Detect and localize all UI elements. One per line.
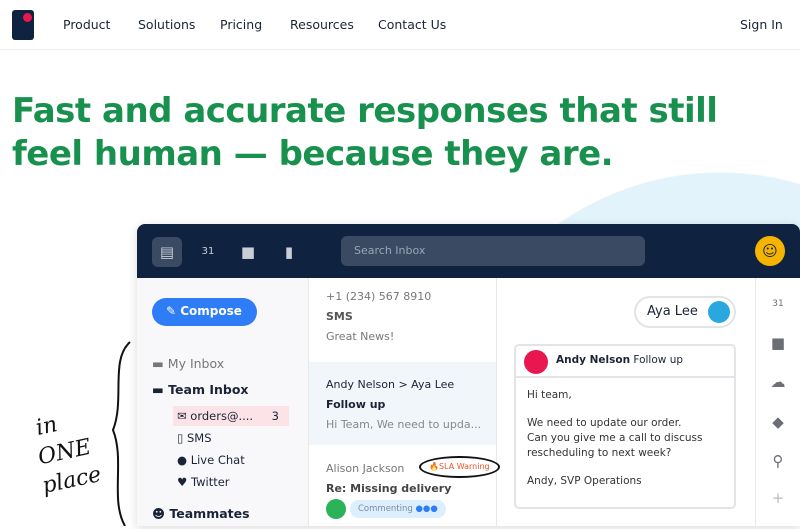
conversation-item[interactable]: +1 (234) 567 8910 SMS Great News! xyxy=(309,278,496,362)
calendar-icon[interactable]: 31 xyxy=(768,294,788,314)
analytics-icon[interactable]: ▮ xyxy=(274,237,304,267)
top-nav: Product Solutions Pricing Resources Cont… xyxy=(0,0,800,50)
conversation-from: +1 (234) 567 8910 xyxy=(326,290,432,303)
channel-twitter[interactable]: ♥ Twitter xyxy=(177,475,230,489)
conversation-subject: Re: Missing delivery xyxy=(326,482,452,495)
nav-product[interactable]: Product xyxy=(63,17,110,32)
conversation-subject: SMS xyxy=(326,310,353,323)
channel-label: Twitter xyxy=(190,475,230,489)
compose-icon: ✎ xyxy=(166,304,181,318)
user-avatar[interactable]: ☺ xyxy=(755,236,785,266)
compose-button[interactable]: ✎ Compose xyxy=(152,298,257,326)
calendar-icon[interactable]: 31 xyxy=(193,237,223,267)
body-line: Andy, SVP Operations xyxy=(527,475,642,487)
channel-orders[interactable]: ✉ orders@.... 3 xyxy=(173,406,289,426)
conversation-item[interactable]: Alison Jackson 🔥SLA Warning Re: Missing … xyxy=(309,449,500,529)
assignee-avatar xyxy=(708,301,730,323)
contact-icon[interactable]: ■ xyxy=(768,333,788,353)
sidebar: ✎ Compose ▬ My Inbox ▬ Team Inbox ✉ orde… xyxy=(137,278,308,526)
integrations-rail: 31 ■ ☁ ◆ ⚲ + xyxy=(755,278,800,526)
contacts-icon[interactable]: ■ xyxy=(233,237,263,267)
teammates-label: Teammates xyxy=(169,506,250,521)
app-header: ▤ 31 ■ ▮ Search Inbox ☺ xyxy=(137,224,800,278)
sender-name: Andy Nelson xyxy=(556,354,631,366)
nav-pricing[interactable]: Pricing xyxy=(220,17,262,32)
message-detail: Aya Lee Andy Nelson Follow up Hi team, W… xyxy=(497,278,755,526)
channel-label: orders@.... xyxy=(190,409,254,423)
search-input[interactable]: Search Inbox xyxy=(341,236,645,266)
compose-label: Compose xyxy=(180,304,242,318)
channel-label: Live Chat xyxy=(190,453,245,467)
app-window: ▤ 31 ■ ▮ Search Inbox ☺ ✎ Compose ▬ My I… xyxy=(137,224,800,526)
conversation-list: +1 (234) 567 8910 SMS Great News! Andy N… xyxy=(308,278,500,529)
teammate-avatar xyxy=(326,499,346,519)
team-inbox-label: Team Inbox xyxy=(168,382,249,397)
headline-line-2: feel human — because they are. xyxy=(12,134,614,174)
body-line: rescheduling to next week? xyxy=(527,447,672,459)
mail-icon: ✉ xyxy=(177,409,191,423)
sidebar-my-inbox[interactable]: ▬ My Inbox xyxy=(152,356,224,371)
nav-contact[interactable]: Contact Us xyxy=(378,17,446,32)
channel-sms[interactable]: ▯ SMS xyxy=(177,431,212,445)
chat-icon: ● xyxy=(177,453,191,467)
hubspot-icon[interactable]: ⚲ xyxy=(768,451,788,471)
conversation-subject: Follow up xyxy=(326,398,386,411)
body-line: We need to update our order. xyxy=(527,417,682,429)
conversation-from: Andy Nelson > Aya Lee xyxy=(326,378,455,391)
body-line: Can you give me a call to discuss xyxy=(527,432,703,444)
message-body: Hi team, We need to update our order. Ca… xyxy=(516,378,734,499)
body-line: Hi team, xyxy=(527,389,572,401)
people-icon: ☻ xyxy=(152,506,170,521)
sla-warning-badge: 🔥SLA Warning xyxy=(419,456,500,478)
my-inbox-label: My Inbox xyxy=(167,356,225,371)
add-integration-icon[interactable]: + xyxy=(768,488,788,508)
nav-resources[interactable]: Resources xyxy=(290,17,354,32)
unread-count: 3 xyxy=(271,409,279,423)
nav-solutions[interactable]: Solutions xyxy=(138,17,195,32)
assignee-name: Aya Lee xyxy=(647,304,698,319)
commenting-indicator: Commenting ●●● xyxy=(350,500,446,518)
hero-headline: Fast and accurate responses that still f… xyxy=(12,90,718,176)
message-card: Andy Nelson Follow up Hi team, We need t… xyxy=(514,344,736,509)
assignee-pill[interactable]: Aya Lee xyxy=(634,296,736,328)
phone-icon: ▯ xyxy=(177,431,187,445)
message-header: Andy Nelson Follow up xyxy=(516,346,734,378)
annotation-in: in xyxy=(33,412,60,441)
headline-line-1: Fast and accurate responses that still xyxy=(12,91,718,131)
inbox-icon[interactable]: ▤ xyxy=(152,237,182,267)
conversation-preview: Great News! xyxy=(326,330,395,343)
sender-avatar xyxy=(524,350,548,374)
inbox-icon: ▬ xyxy=(152,356,168,371)
logo[interactable] xyxy=(12,10,34,40)
bracket-doodle xyxy=(111,341,131,526)
diamond-icon[interactable]: ◆ xyxy=(768,412,788,432)
inbox-icon: ▬ xyxy=(152,382,169,397)
conversation-preview: Hi Team, We need to upda... xyxy=(326,418,482,431)
sidebar-teammates[interactable]: ☻ Teammates xyxy=(152,506,250,521)
conversation-item[interactable]: Andy Nelson > Aya Lee Follow up Hi Team,… xyxy=(309,362,496,445)
sidebar-team-inbox[interactable]: ▬ Team Inbox xyxy=(152,382,248,397)
channel-live-chat[interactable]: ● Live Chat xyxy=(177,453,245,467)
sign-in-link[interactable]: Sign In xyxy=(740,17,783,32)
message-subject: Follow up xyxy=(633,354,684,366)
twitter-icon: ♥ xyxy=(177,475,191,489)
salesforce-icon[interactable]: ☁ xyxy=(768,372,788,392)
channel-label: SMS xyxy=(186,431,212,445)
